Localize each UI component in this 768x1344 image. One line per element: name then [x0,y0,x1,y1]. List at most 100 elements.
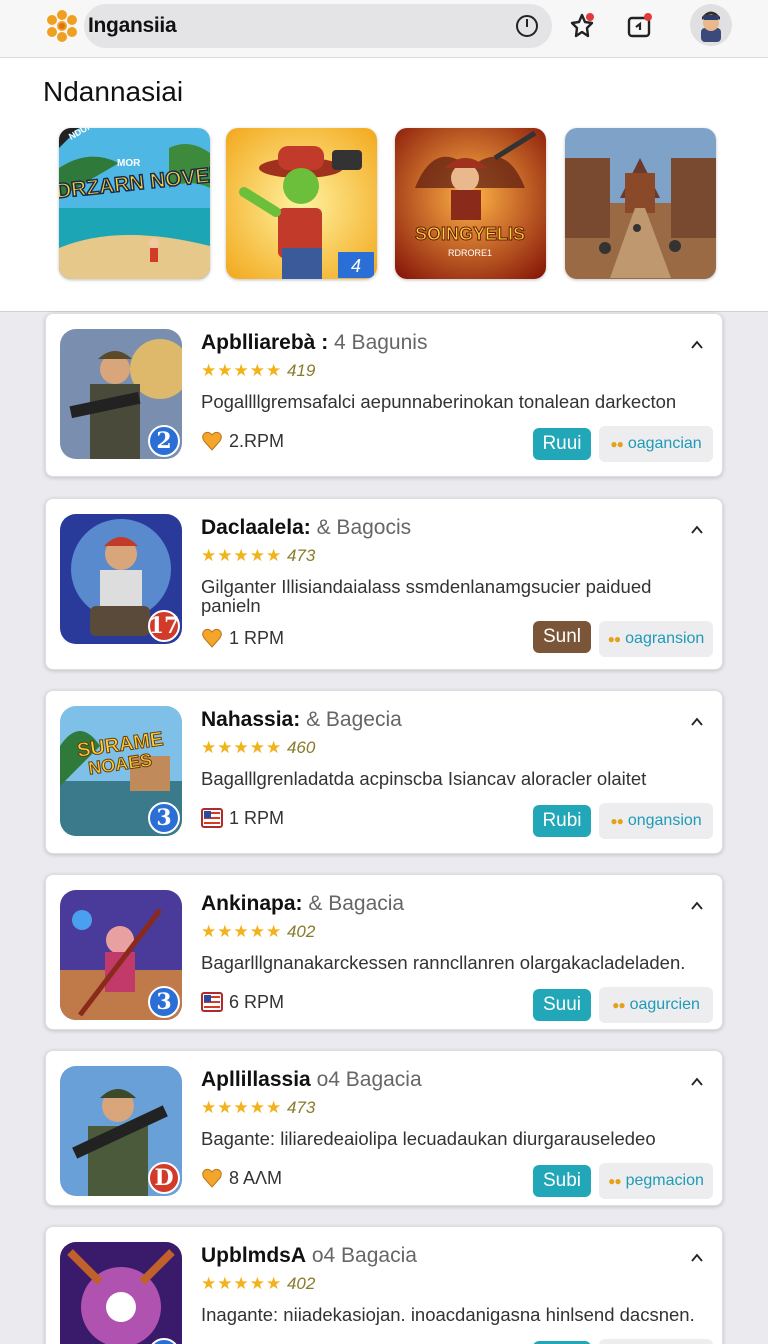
featured-tile-1-sublabel: MOR [117,158,141,169]
app-description: Pogallllgremsafalci aepunnaberinokan ton… [201,391,677,412]
app-badge: 3 [148,986,180,1018]
chevron-up-icon[interactable] [690,338,704,352]
rating-value: 402 [286,922,316,941]
rating-line: ★★★★★ 473 [201,1098,315,1118]
primary-action-button[interactable]: Subi [533,1165,591,1197]
secondary-action-button[interactable]: ●● oagurcien [599,987,713,1023]
star-rating-icon: ★★★★★ [201,1274,283,1293]
dots-icon: ●● [607,632,621,646]
app-category: & Bagocis [316,516,412,539]
app-name[interactable]: Nahassia: [201,708,300,731]
chevron-up-icon[interactable] [690,715,704,729]
app-badge: 17 [148,610,180,642]
app-meta: 1 RPM [201,627,284,649]
heart-icon [202,1168,222,1188]
app-category: o4 Bagacia [316,1068,422,1091]
downloads-icon[interactable] [624,10,656,42]
featured-tile-2-label: 4 [351,256,361,276]
app-title-line: Apblliarebà : 4 Bagunis [201,331,427,355]
heart-icon [202,431,222,451]
app-name[interactable]: Apllillassia [201,1068,311,1091]
rating-value: 402 [286,1274,316,1293]
app-card[interactable]: SURAME NOAES 3 Nahassia: & Bagecia ★★★★★ … [45,690,723,854]
app-thumbnail[interactable]: SURAME NOAES 3 [60,706,182,836]
chevron-up-icon[interactable] [690,523,704,537]
secondary-action-button[interactable]: ●● pegmacion [599,1163,713,1199]
app-category: o4 Bagacia [311,1244,417,1267]
dots-icon: ●● [608,1174,621,1188]
app-name[interactable]: Daclaalela: [201,516,311,539]
star-rating-icon: ★★★★★ [201,922,283,941]
app-badge: 2 [148,425,180,457]
app-card[interactable]: 2 Apblliarebà : 4 Bagunis ★★★★★ 419 Poga… [45,313,723,477]
secondary-action-button[interactable]: ●● oagancian [599,426,713,462]
app-meta-text: 1 RPM [229,627,285,648]
primary-action-button[interactable]: Suui [533,989,591,1021]
rating-value: 460 [286,738,316,757]
app-title-line: Daclaalela: & Bagocis [201,516,411,540]
featured-tile-2[interactable]: 4 [226,128,377,279]
app-meta: 1 RPM [201,807,284,829]
star-rating-icon: ★★★★★ [201,361,283,380]
secondary-action-label: oagancian [627,435,702,452]
app-meta: 2.RPM [201,430,284,452]
dots-icon: ●● [610,437,623,451]
app-thumbnail[interactable]: 17 [60,514,182,644]
chevron-up-icon[interactable] [690,899,704,913]
search-input[interactable]: Ingansiia [88,14,177,38]
chevron-up-icon[interactable] [690,1251,704,1265]
app-logo-icon[interactable] [42,8,82,44]
avatar[interactable] [690,4,732,46]
notifications-icon[interactable] [566,10,598,42]
search-bar[interactable]: Ingansiia [84,4,552,48]
secondary-action-label: oagurcien [629,996,700,1013]
rating-line: ★★★★★ 402 [201,1274,315,1294]
app-thumbnail[interactable]: 3 [60,890,182,1020]
app-category: & Bagacia [308,892,405,915]
secondary-action-button[interactable]: ●● oagansian [599,1339,713,1344]
app-card[interactable]: 17 Daclaalela: & Bagocis ★★★★★ 473 Gilga… [45,498,723,670]
rating-line: ★★★★★ 473 [201,546,315,566]
app-card[interactable]: D Apllillassia o4 Bagacia ★★★★★ 473 Baga… [45,1050,723,1206]
timer-icon[interactable] [516,15,538,37]
app-name[interactable]: UpblmdsA [201,1244,306,1267]
app-title-line: Ankinapa: & Bagacia [201,892,404,916]
primary-action-button[interactable]: Sunl [533,621,591,653]
rating-line: ★★★★★ 460 [201,738,315,758]
app-name[interactable]: Ankinapa: [201,892,303,915]
featured-tile-1[interactable]: NDUR MOR SDRZARN NOVEN [59,128,210,279]
featured-tile-4[interactable] [565,128,716,279]
app-meta-text: 6 RPM [229,991,285,1012]
primary-action-button[interactable]: Rubi [533,805,591,837]
featured-tile-3[interactable]: SOINGYELIS RDRORE1 [395,128,546,279]
star-rating-icon: ★★★★★ [201,738,283,757]
secondary-action-button[interactable]: ●● oagransion [599,621,713,657]
featured-tile-3-label: SOINGYELIS [415,224,525,244]
app-thumbnail[interactable]: 8 [60,1242,182,1344]
flag-icon [201,992,223,1012]
app-name[interactable]: Apblliarebà : [201,331,328,354]
app-card[interactable]: 8 UpblmdsA o4 Bagacia ★★★★★ 402 Inagante… [45,1226,723,1344]
featured-section: Ndannasiai NDUR MOR SDRZARN NOVEN 4 SOIN… [0,58,768,312]
app-meta-text: 2.RPM [229,430,285,451]
secondary-action-button[interactable]: ●● ongansion [599,803,713,839]
rating-line: ★★★★★ 419 [201,361,315,381]
app-thumbnail[interactable]: D [60,1066,182,1196]
dots-icon: ●● [610,814,623,828]
app-meta: 8 AΛM [201,1167,282,1189]
star-rating-icon: ★★★★★ [201,1098,283,1117]
app-title-line: Apllillassia o4 Bagacia [201,1068,422,1092]
app-description: Bagarlllgnanakarckessen ranncllanren ola… [201,952,686,973]
app-card[interactable]: 3 Ankinapa: & Bagacia ★★★★★ 402 Bagarlll… [45,874,723,1030]
app-description: Bagalllgrenladatda acpinscba Isiancav al… [201,768,647,789]
secondary-action-label: ongansion [627,812,702,829]
rating-value: 419 [286,361,316,380]
chevron-up-icon[interactable] [690,1075,704,1089]
featured-tile-3-sublabel: RDRORE1 [448,248,492,258]
primary-action-button[interactable]: Ruui [533,428,591,460]
app-meta-text: 8 AΛM [229,1167,283,1188]
flag-icon [201,808,223,828]
app-badge: 3 [148,802,180,834]
featured-title: Ndannasiai [43,76,184,107]
app-thumbnail[interactable]: 2 [60,329,182,459]
